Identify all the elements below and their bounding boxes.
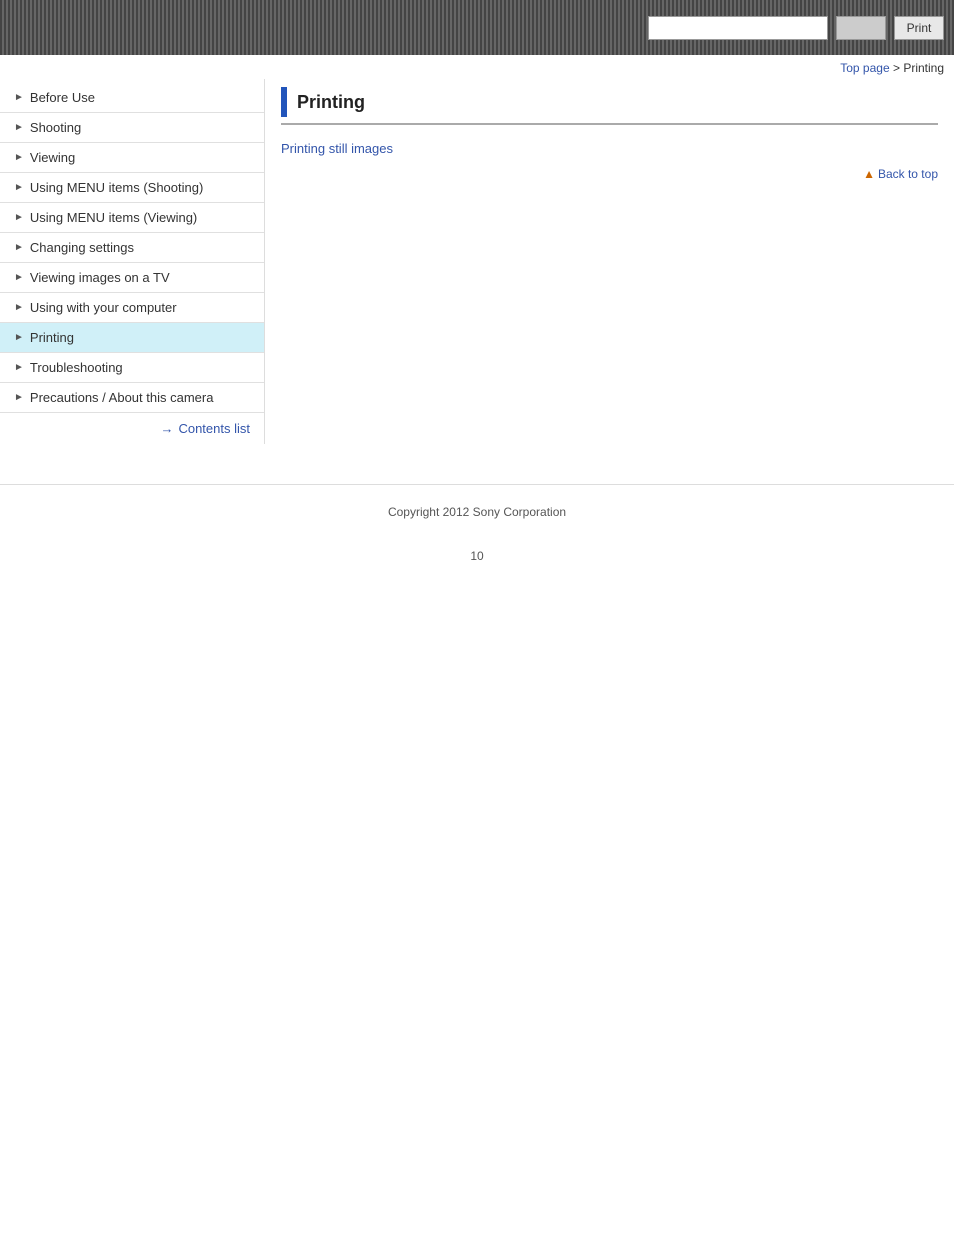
sidebar-arrow-icon: ► (14, 152, 24, 163)
page-title: Printing (297, 92, 365, 113)
print-button[interactable]: Print (894, 16, 944, 40)
sidebar-item-label: Using MENU items (Viewing) (30, 210, 197, 225)
search-button[interactable] (836, 16, 886, 40)
content-link-printing-still-images[interactable]: Printing still images (281, 141, 938, 156)
breadcrumb-separator: > (890, 61, 904, 75)
sidebar-arrow-icon: ► (14, 272, 24, 283)
sidebar-arrow-icon: ► (14, 92, 24, 103)
copyright-text: Copyright 2012 Sony Corporation (388, 505, 566, 519)
page-title-accent (281, 87, 287, 117)
sidebar-item-troubleshooting[interactable]: ► Troubleshooting (0, 353, 264, 383)
back-to-top-label: Back to top (878, 167, 938, 181)
sidebar-item-shooting[interactable]: ► Shooting (0, 113, 264, 143)
sidebar-item-viewing-images-tv[interactable]: ► Viewing images on a TV (0, 263, 264, 293)
sidebar-item-label: Precautions / About this camera (30, 390, 214, 405)
arrow-right-icon: → (160, 421, 173, 436)
sidebar-item-using-menu-shooting[interactable]: ► Using MENU items (Shooting) (0, 173, 264, 203)
sidebar-arrow-icon: ► (14, 392, 24, 403)
sidebar-item-precautions[interactable]: ► Precautions / About this camera (0, 383, 264, 413)
sidebar-arrow-icon: ► (14, 182, 24, 193)
main-content: Printing Printing still images ▲Back to … (265, 79, 954, 217)
sidebar: ► Before Use ► Shooting ► Viewing ► Using MENU … (0, 79, 265, 444)
sidebar-item-label: Before Use (30, 90, 95, 105)
sidebar-item-printing[interactable]: ► Printing (0, 323, 264, 353)
sidebar-item-before-use[interactable]: ► Before Use (0, 83, 264, 113)
back-to-top-link[interactable]: ▲Back to top (863, 167, 938, 181)
sidebar-item-viewing[interactable]: ► Viewing (0, 143, 264, 173)
back-to-top: ▲Back to top (281, 166, 938, 181)
breadcrumb: Top page > Printing (0, 55, 954, 79)
header: Print (0, 0, 954, 55)
sidebar-item-label: Printing (30, 330, 74, 345)
sidebar-item-label: Troubleshooting (30, 360, 123, 375)
content-links-section: Printing still images (281, 141, 938, 156)
sidebar-arrow-icon: ► (14, 122, 24, 133)
contents-list-label: Contents list (178, 421, 250, 436)
footer: Copyright 2012 Sony Corporation (0, 484, 954, 539)
sidebar-arrow-icon: ► (14, 362, 24, 373)
sidebar-item-using-menu-viewing[interactable]: ► Using MENU items (Viewing) (0, 203, 264, 233)
breadcrumb-current: Printing (903, 61, 944, 75)
triangle-up-icon: ▲ (863, 167, 875, 181)
sidebar-arrow-icon: ► (14, 302, 24, 313)
contents-list-link[interactable]: → Contents list (0, 413, 264, 444)
search-input[interactable] (648, 16, 828, 40)
sidebar-item-label: Changing settings (30, 240, 134, 255)
sidebar-arrow-icon: ► (14, 212, 24, 223)
sidebar-item-label: Using with your computer (30, 300, 177, 315)
sidebar-item-label: Shooting (30, 120, 81, 135)
sidebar-item-using-with-computer[interactable]: ► Using with your computer (0, 293, 264, 323)
main-layout: ► Before Use ► Shooting ► Viewing ► Using MENU … (0, 79, 954, 444)
page-title-bar: Printing (281, 87, 938, 125)
sidebar-arrow-icon: ► (14, 332, 24, 343)
sidebar-item-label: Viewing images on a TV (30, 270, 170, 285)
sidebar-item-changing-settings[interactable]: ► Changing settings (0, 233, 264, 263)
page-number: 10 (0, 539, 954, 573)
sidebar-item-label: Viewing (30, 150, 75, 165)
sidebar-arrow-icon: ► (14, 242, 24, 253)
sidebar-item-label: Using MENU items (Shooting) (30, 180, 203, 195)
breadcrumb-top-link[interactable]: Top page (840, 61, 889, 75)
